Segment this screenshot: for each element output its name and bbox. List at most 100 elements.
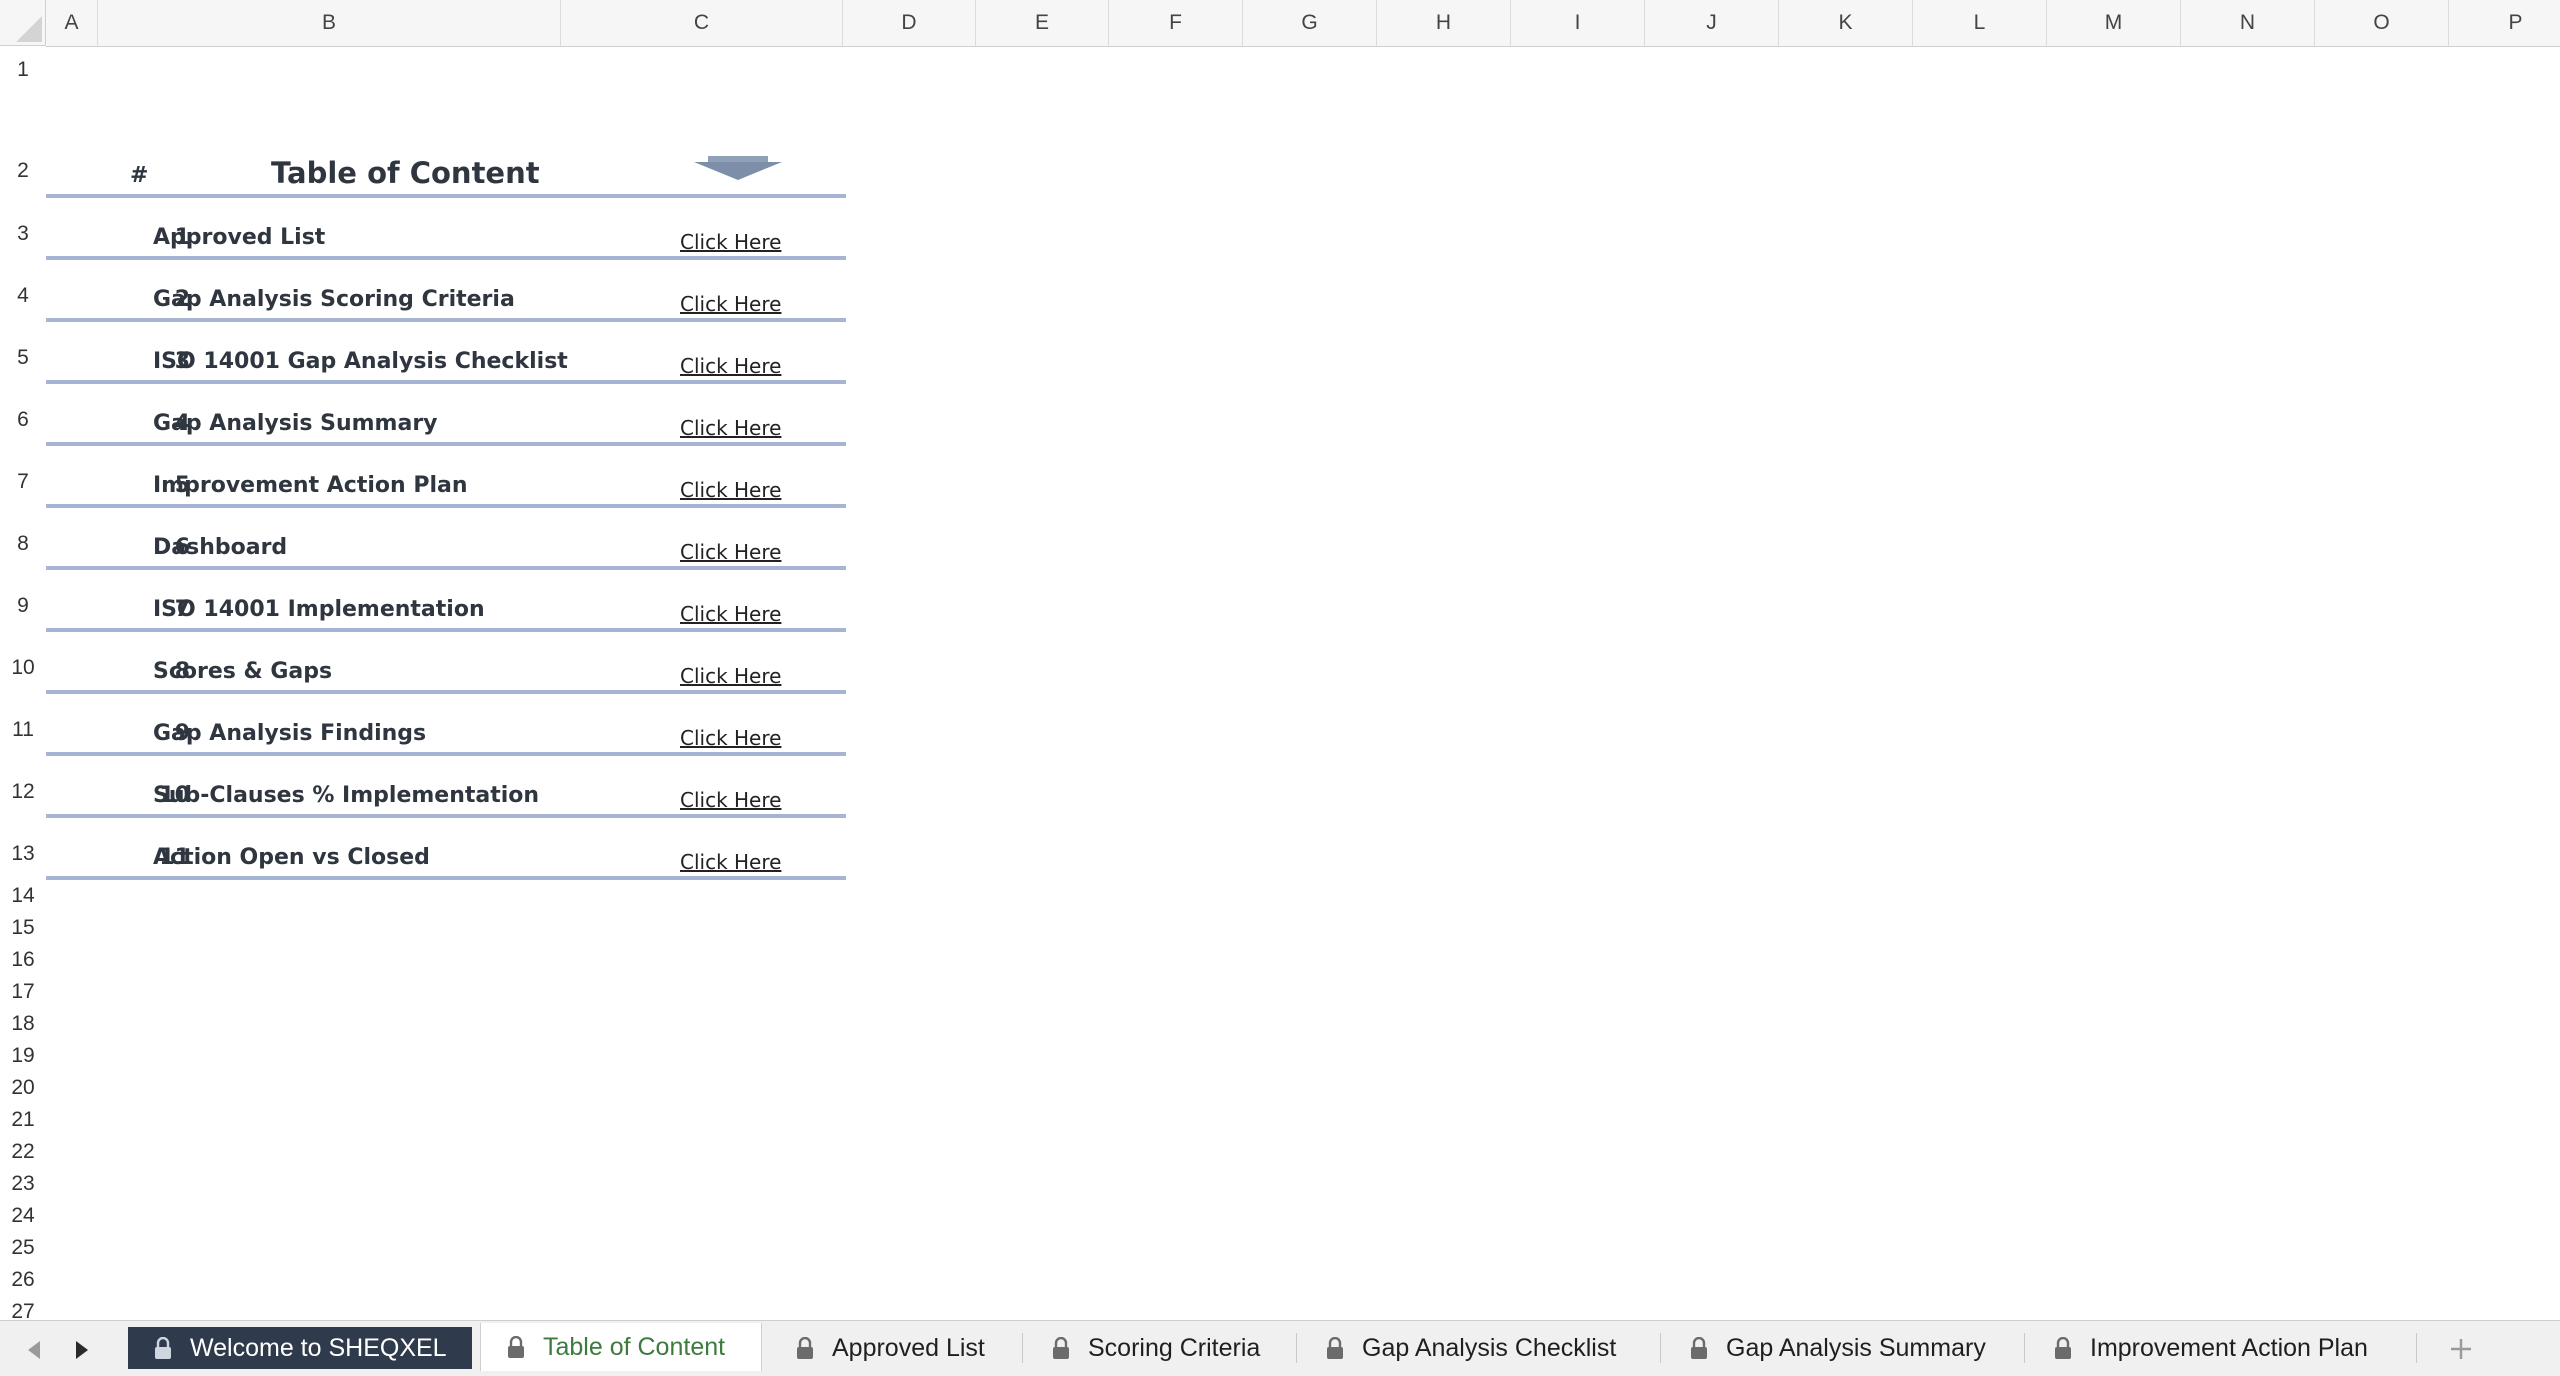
toc-item-link[interactable]: Click Here <box>680 478 781 502</box>
tab-welcome[interactable]: Welcome to SHEQXEL <box>128 1327 472 1369</box>
tab-separator <box>1296 1333 1297 1363</box>
column-header-m[interactable]: M <box>2047 0 2181 46</box>
toc-item-title: Gap Analysis Scoring Criteria <box>153 287 515 312</box>
row-header[interactable]: 4 <box>0 260 46 322</box>
tab-label: Welcome to SHEQXEL <box>190 1333 447 1362</box>
column-header-d[interactable]: D <box>843 0 976 46</box>
toc-item-link[interactable]: Click Here <box>680 602 781 626</box>
row-header[interactable]: 11 <box>0 694 46 756</box>
column-header-c[interactable]: C <box>561 0 843 46</box>
toc-item-title: Gap Analysis Summary <box>153 411 438 436</box>
toc-row: 8 Scores & Gaps Click Here <box>46 632 846 694</box>
row-header[interactable]: 9 <box>0 570 46 632</box>
page-title: Table of Content <box>271 156 540 190</box>
tab-approved-list[interactable]: Approved List <box>770 1327 1020 1369</box>
tab-label: Approved List <box>832 1333 985 1362</box>
tab-scoring-criteria[interactable]: Scoring Criteria <box>1026 1327 1294 1369</box>
toc-row: 6 Dashboard Click Here <box>46 508 846 570</box>
number-column-heading: # <box>130 163 149 188</box>
tab-separator <box>1660 1333 1661 1363</box>
down-arrow-icon[interactable] <box>694 156 782 180</box>
row-header[interactable]: 22 <box>0 1136 46 1168</box>
column-header-h[interactable]: H <box>1377 0 1511 46</box>
row-header[interactable]: 16 <box>0 944 46 976</box>
row-header[interactable]: 20 <box>0 1072 46 1104</box>
tab-gap-analysis-checklist[interactable]: Gap Analysis Checklist <box>1300 1327 1658 1369</box>
row-header[interactable]: 19 <box>0 1040 46 1072</box>
column-header-e[interactable]: E <box>976 0 1109 46</box>
toc-item-title: Action Open vs Closed <box>153 845 430 870</box>
row-header[interactable]: 2 <box>0 94 46 198</box>
column-headers: A B C D E F G H I J K L M N O P <box>46 0 2560 47</box>
lock-icon <box>1691 1337 1707 1359</box>
column-header-b[interactable]: B <box>98 0 561 46</box>
row-header[interactable]: 13 <box>0 818 46 880</box>
row-header[interactable]: 25 <box>0 1232 46 1264</box>
row-header[interactable]: 23 <box>0 1168 46 1200</box>
toc-row: 3 ISO 14001 Gap Analysis Checklist Click… <box>46 322 846 384</box>
cell-grid[interactable]: # Table of Content 1 Approved List Click… <box>46 46 2560 1320</box>
lock-icon <box>2055 1337 2071 1359</box>
row-header[interactable]: 7 <box>0 446 46 508</box>
column-header-f[interactable]: F <box>1109 0 1243 46</box>
column-header-p[interactable]: P <box>2449 0 2560 46</box>
toc-row: 2 Gap Analysis Scoring Criteria Click He… <box>46 260 846 322</box>
row-header[interactable]: 24 <box>0 1200 46 1232</box>
row-header[interactable]: 6 <box>0 384 46 446</box>
row-header[interactable]: 18 <box>0 1008 46 1040</box>
row-header[interactable]: 17 <box>0 976 46 1008</box>
triangle-left-icon[interactable] <box>20 1335 50 1365</box>
column-header-j[interactable]: J <box>1645 0 1779 46</box>
tab-gap-analysis-summary[interactable]: Gap Analysis Summary <box>1664 1327 2022 1369</box>
toc-item-link[interactable]: Click Here <box>680 664 781 688</box>
toc-header: # Table of Content <box>46 94 846 198</box>
toc-item-title: Scores & Gaps <box>153 659 333 684</box>
row-header[interactable]: 1 <box>0 46 46 94</box>
column-header-l[interactable]: L <box>1913 0 2047 46</box>
toc-item-link[interactable]: Click Here <box>680 850 781 874</box>
column-header-g[interactable]: G <box>1243 0 1377 46</box>
toc-row: 9 Gap Analysis Findings Click Here <box>46 694 846 756</box>
column-header-o[interactable]: O <box>2315 0 2449 46</box>
tab-label: Scoring Criteria <box>1088 1333 1261 1362</box>
toc-row: 11 Action Open vs Closed Click Here <box>46 818 846 880</box>
plus-icon[interactable] <box>2441 1329 2481 1369</box>
toc-item-title: Gap Analysis Findings <box>153 721 427 746</box>
row-header[interactable]: 27 <box>0 1296 46 1320</box>
toc-item-link[interactable]: Click Here <box>680 540 781 564</box>
toc-item-link[interactable]: Click Here <box>680 726 781 750</box>
row-header[interactable]: 14 <box>0 880 46 912</box>
row-header[interactable]: 12 <box>0 756 46 818</box>
tab-label: Gap Analysis Summary <box>1726 1333 1986 1362</box>
row-header[interactable]: 21 <box>0 1104 46 1136</box>
toc-item-link[interactable]: Click Here <box>680 354 781 378</box>
column-header-a[interactable]: A <box>46 0 98 46</box>
row-header[interactable]: 10 <box>0 632 46 694</box>
toc-item-link[interactable]: Click Here <box>680 788 781 812</box>
tab-table-of-content[interactable]: Table of Content <box>480 1323 762 1371</box>
toc-item-link[interactable]: Click Here <box>680 416 781 440</box>
row-header[interactable]: 8 <box>0 508 46 570</box>
tab-label: Improvement Action Plan <box>2090 1333 2368 1362</box>
tab-separator <box>2416 1333 2417 1363</box>
row-header[interactable]: 3 <box>0 198 46 260</box>
lock-icon <box>508 1336 524 1358</box>
row-header[interactable]: 15 <box>0 912 46 944</box>
triangle-right-icon[interactable] <box>66 1335 96 1365</box>
toc-item-link[interactable]: Click Here <box>680 292 781 316</box>
spreadsheet: A B C D E F G H I J K L M N O P 1 2 3 4 … <box>0 0 2560 1320</box>
column-header-i[interactable]: I <box>1511 0 1645 46</box>
toc-item-link[interactable]: Click Here <box>680 230 781 254</box>
toc-row: 5 Improvement Action Plan Click Here <box>46 446 846 508</box>
row-header[interactable]: 5 <box>0 322 46 384</box>
column-header-k[interactable]: K <box>1779 0 1913 46</box>
select-all-corner[interactable] <box>0 0 46 46</box>
toc-row: 7 ISO 14001 Implementation Click Here <box>46 570 846 632</box>
toc-item-title: Dashboard <box>153 535 288 560</box>
tab-improvement-action-plan[interactable]: Improvement Action Plan <box>2028 1327 2414 1369</box>
tab-separator <box>2024 1333 2025 1363</box>
tab-label: Table of Content <box>543 1332 726 1361</box>
column-header-n[interactable]: N <box>2181 0 2315 46</box>
sheet-tab-bar: Welcome to SHEQXEL Table of Content Appr… <box>0 1320 2560 1376</box>
row-header[interactable]: 26 <box>0 1264 46 1296</box>
